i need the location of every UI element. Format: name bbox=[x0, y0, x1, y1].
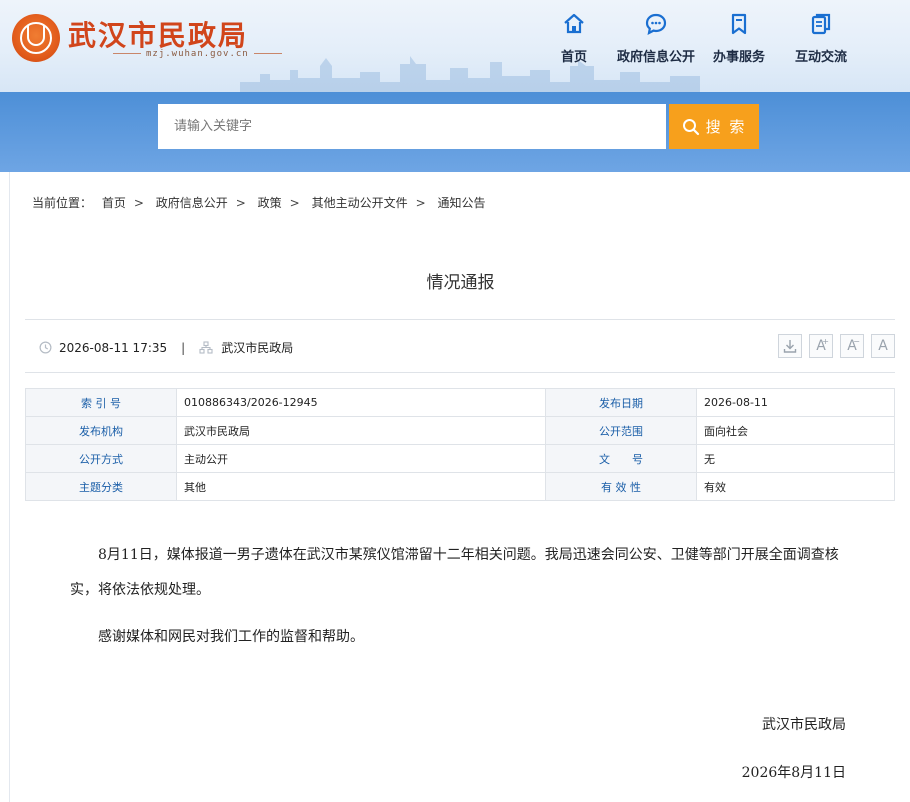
font-default-icon: A bbox=[878, 338, 888, 354]
search-input[interactable] bbox=[158, 104, 666, 149]
document-info-table: 索 引 号 010886343/2026-12945 发布日期 2026-08-… bbox=[25, 388, 895, 501]
article-meta: 2026-08-11 17:35 | 武汉市民政局 A + A − A bbox=[25, 319, 895, 373]
documents-icon bbox=[811, 13, 831, 35]
signature-org: 武汉市民政局 bbox=[762, 717, 846, 733]
breadcrumb-separator: > bbox=[133, 196, 144, 210]
breadcrumb-item-notices[interactable]: 通知公告 bbox=[437, 196, 485, 210]
info-key: 主题分类 bbox=[25, 472, 177, 501]
plus-sign: + bbox=[822, 337, 829, 346]
breadcrumb-separator: > bbox=[235, 196, 246, 210]
table-row: 主题分类 其他 有 效 性 有效 bbox=[25, 472, 895, 501]
download-button[interactable] bbox=[778, 334, 802, 358]
nav-label: 首页 bbox=[561, 50, 588, 65]
home-icon bbox=[564, 13, 584, 34]
font-default-button[interactable]: A bbox=[871, 334, 895, 358]
breadcrumb-item-gov-info[interactable]: 政府信息公开 bbox=[156, 196, 228, 210]
info-key: 索 引 号 bbox=[25, 388, 177, 417]
logo-figure bbox=[27, 26, 45, 46]
site-header: 武汉市民政局 mzj.wuhan.gov.cn 首页 政府信息公开 办事服务 互… bbox=[0, 0, 910, 92]
info-value: 无 bbox=[696, 444, 895, 473]
info-value: 面向社会 bbox=[696, 416, 895, 445]
breadcrumb-separator: > bbox=[415, 196, 426, 210]
meta-divider: | bbox=[181, 340, 186, 355]
search-band: 搜 索 bbox=[0, 92, 910, 172]
organization-icon bbox=[199, 341, 213, 354]
minus-sign: − bbox=[853, 337, 860, 346]
body-paragraph: 感谢媒体和网民对我们工作的监督和帮助。 bbox=[98, 629, 364, 645]
nav-services[interactable]: 办事服务 bbox=[713, 12, 765, 65]
content-card: 当前位置： 首页 > 政府信息公开 > 政策 > 其他主动公开文件 > 通知公告 情况通… bbox=[9, 172, 910, 802]
site-logo[interactable] bbox=[12, 14, 60, 62]
info-key: 有 效 性 bbox=[545, 472, 697, 501]
table-row: 索 引 号 010886343/2026-12945 发布日期 2026-08-… bbox=[25, 388, 895, 417]
publish-source: 武汉市民政局 bbox=[221, 341, 294, 355]
info-key: 发布机构 bbox=[25, 416, 177, 445]
info-value: 010886343/2026-12945 bbox=[176, 388, 546, 417]
nav-label: 政府信息公开 bbox=[617, 50, 696, 65]
table-row: 发布机构 武汉市民政局 公开范围 面向社会 bbox=[25, 416, 895, 445]
meta-info: 2026-08-11 17:35 | 武汉市民政局 bbox=[39, 339, 293, 356]
breadcrumb-item-other-files[interactable]: 其他主动公开文件 bbox=[312, 196, 408, 210]
font-larger-button[interactable]: A + bbox=[809, 334, 833, 358]
site-title[interactable]: 武汉市民政局 bbox=[68, 14, 248, 54]
breadcrumb-item-policy[interactable]: 政策 bbox=[258, 196, 282, 210]
site-domain: mzj.wuhan.gov.cn bbox=[108, 49, 287, 59]
nav-gov-info[interactable]: 政府信息公开 bbox=[617, 12, 695, 65]
table-row: 公开方式 主动公开 文 号 无 bbox=[25, 444, 895, 473]
font-medium-button[interactable]: A − bbox=[840, 334, 864, 358]
breadcrumb-separator: > bbox=[289, 196, 300, 210]
nav-label: 互动交流 bbox=[795, 50, 848, 65]
nav-label: 办事服务 bbox=[713, 50, 766, 65]
search-button-label: 搜 索 bbox=[705, 118, 747, 136]
info-value: 武汉市民政局 bbox=[176, 416, 546, 445]
signature-date: 2026年8月11日 bbox=[741, 765, 846, 781]
info-key: 公开范围 bbox=[545, 416, 697, 445]
article-signature: 武汉市民政局 2026年8月11日 bbox=[742, 714, 846, 802]
publish-datetime: 2026-08-11 17:35 bbox=[59, 340, 168, 355]
info-value: 2026-08-11 bbox=[696, 388, 895, 417]
download-icon bbox=[783, 340, 797, 353]
breadcrumb-item-home[interactable]: 首页 bbox=[102, 196, 126, 210]
info-value: 有效 bbox=[696, 472, 895, 501]
info-value: 主动公开 bbox=[176, 444, 546, 473]
clock-icon bbox=[39, 341, 52, 354]
breadcrumb: 当前位置： 首页 > 政府信息公开 > 政策 > 其他主动公开文件 > 通知公告 bbox=[32, 194, 485, 211]
nav-interaction[interactable]: 互动交流 bbox=[795, 12, 847, 65]
article-tools: A + A − A bbox=[778, 334, 895, 358]
article-title: 情况通报 bbox=[426, 273, 495, 293]
search-button[interactable]: 搜 索 bbox=[669, 104, 759, 149]
info-key: 发布日期 bbox=[545, 388, 697, 417]
search-icon bbox=[682, 118, 699, 135]
breadcrumb-prefix: 当前位置： bbox=[32, 196, 93, 210]
info-value: 其他 bbox=[176, 472, 546, 501]
nav-home[interactable]: 首页 bbox=[561, 12, 587, 65]
article-body: 8月11日，媒体报道一男子遗体在武汉市某殡仪馆滞留十二年相关问题。我局迅速会同公… bbox=[70, 538, 860, 667]
bookmark-icon bbox=[731, 13, 747, 35]
chat-bubble-icon bbox=[645, 13, 667, 36]
info-key: 公开方式 bbox=[25, 444, 177, 473]
body-paragraph: 8月11日，媒体报道一男子遗体在武汉市某殡仪馆滞留十二年相关问题。我局迅速会同公… bbox=[70, 547, 839, 598]
info-key: 文 号 bbox=[545, 444, 697, 473]
